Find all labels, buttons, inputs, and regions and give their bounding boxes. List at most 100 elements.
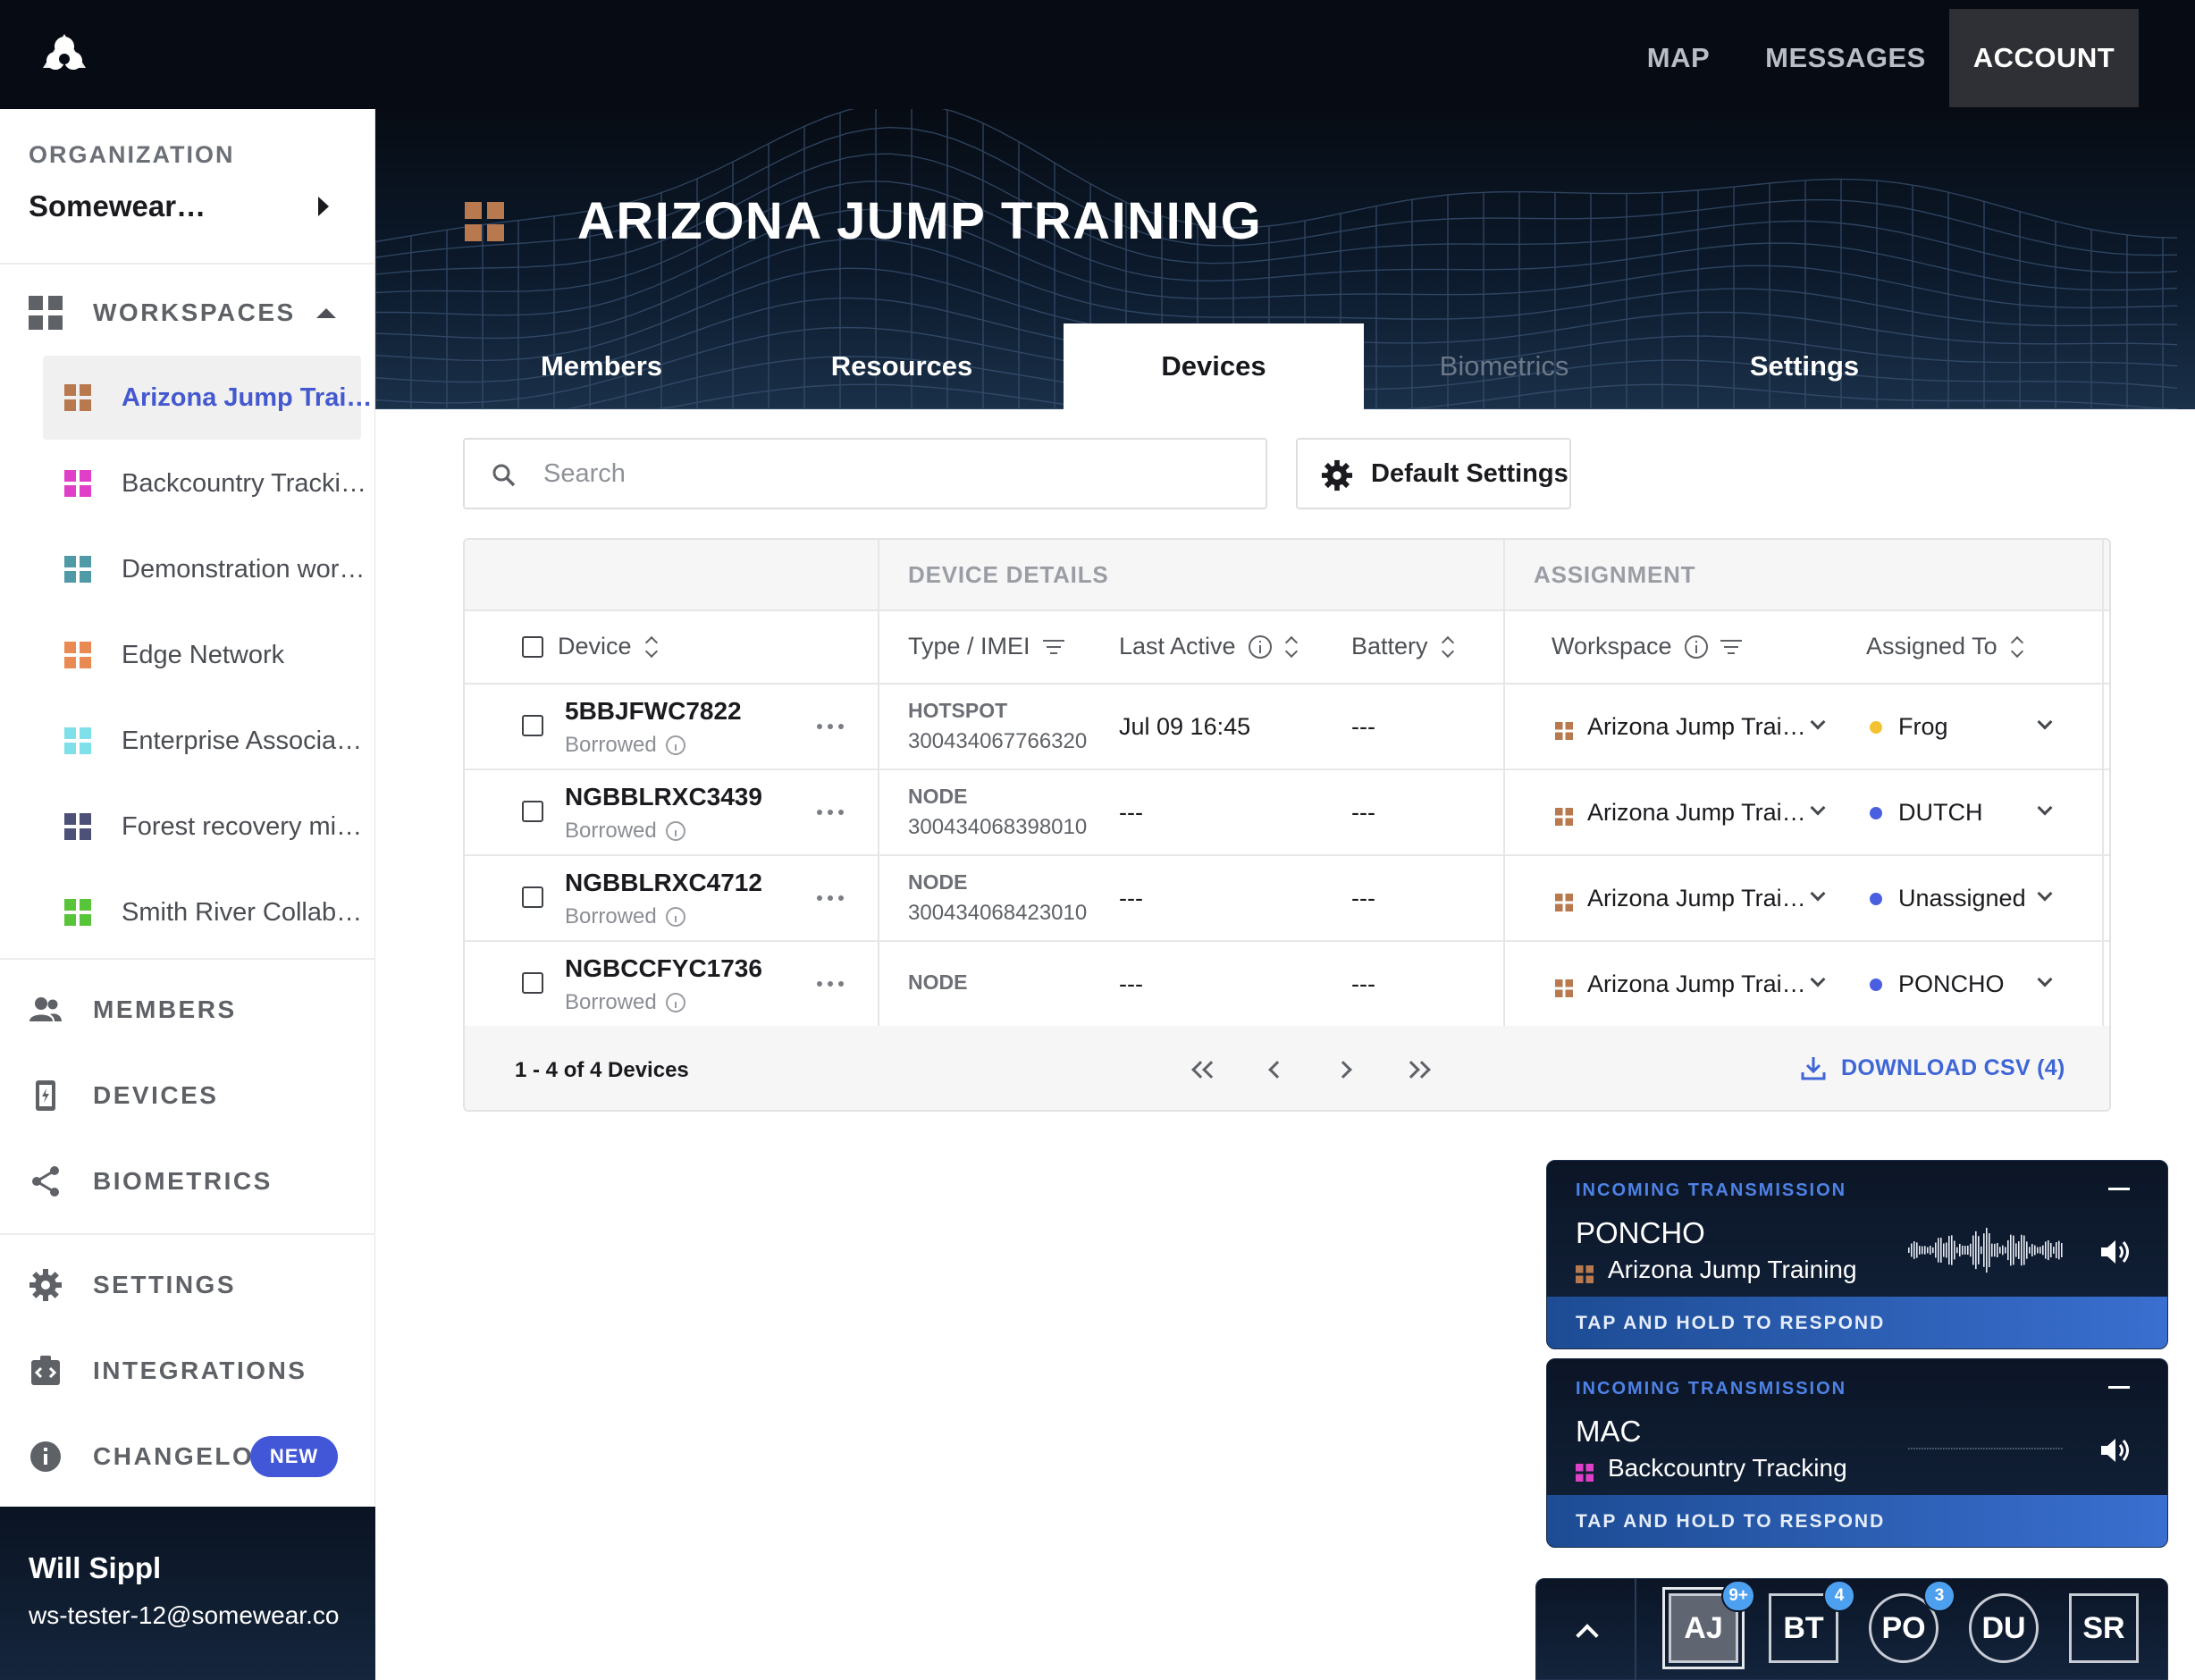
device-id[interactable]: NGBBLRXC3439 (565, 783, 762, 811)
minimize-icon[interactable] (2108, 1386, 2130, 1389)
workspace-select[interactable]: Arizona Jump Trai… (1555, 970, 1806, 998)
more-options-icon[interactable] (817, 810, 844, 815)
volume-icon[interactable] (2099, 1238, 2132, 1266)
chevron-right-icon[interactable] (318, 197, 329, 216)
sidebar-item-settings[interactable]: SETTINGS (0, 1258, 375, 1312)
more-options-icon[interactable] (817, 981, 844, 987)
row-checkbox[interactable] (522, 886, 543, 908)
column-device[interactable]: Device (558, 633, 659, 660)
tab-resources[interactable]: Resources (792, 323, 1012, 409)
info-icon[interactable] (1684, 634, 1708, 659)
nav-map[interactable]: MAP (1632, 9, 1725, 107)
tab-biometrics[interactable]: Biometrics (1394, 323, 1614, 409)
chevron-down-icon[interactable] (1810, 886, 1826, 902)
table-row[interactable]: NGBBLRXC4712 Borrowed NODE 3004340684230… (465, 856, 2109, 942)
assigned-to-select[interactable]: PONCHO (1870, 970, 2005, 998)
chevron-down-icon[interactable] (1810, 714, 1826, 730)
chevron-up-icon[interactable] (1576, 1624, 1599, 1647)
sidebar-item-biometrics[interactable]: BIOMETRICS (0, 1155, 375, 1208)
filter-icon[interactable] (1042, 638, 1064, 656)
user-profile[interactable]: Will Sippl ws-tester-12@somewear.co (0, 1507, 375, 1680)
info-icon[interactable] (665, 993, 685, 1012)
device-id[interactable]: NGBBLRXC4712 (565, 869, 762, 897)
column-type-imei[interactable]: Type / IMEI (908, 633, 1064, 660)
chevron-down-icon[interactable] (1810, 800, 1826, 816)
chevron-down-icon[interactable] (2037, 886, 2053, 902)
sort-icon[interactable] (644, 635, 659, 659)
filter-icon[interactable] (1720, 638, 1742, 656)
info-icon[interactable] (665, 735, 685, 755)
channel-avatar[interactable]: BT 4 (1769, 1580, 1855, 1663)
tap-and-hold-respond-button[interactable]: TAP AND HOLD TO RESPOND (1547, 1495, 2167, 1547)
row-checkbox[interactable] (522, 972, 543, 994)
sort-icon[interactable] (1441, 635, 1455, 659)
channel-avatar[interactable]: PO 3 (1869, 1580, 1955, 1663)
nav-messages[interactable]: MESSAGES (1765, 9, 1925, 107)
table-row[interactable]: 5BBJFWC7822 Borrowed HOTSPOT 30043406776… (465, 685, 2109, 770)
sidebar-workspace-item[interactable]: Backcountry Tracki… (43, 441, 366, 525)
row-checkbox[interactable] (522, 801, 543, 822)
sidebar-workspace-item[interactable]: Arizona Jump Trai… (43, 356, 372, 440)
tab-members[interactable]: Members (492, 323, 711, 409)
device-id[interactable]: NGBCCFYC1736 (565, 954, 762, 983)
organization-name[interactable]: Somewear… (29, 189, 206, 223)
transmission-card[interactable]: INCOMING TRANSMISSION PONCHO Arizona Jum… (1546, 1160, 2168, 1349)
tab-settings[interactable]: Settings (1695, 323, 1914, 409)
more-options-icon[interactable] (817, 895, 844, 901)
table-row[interactable]: NGBBLRXC3439 Borrowed NODE 3004340683980… (465, 770, 2109, 856)
download-csv-button[interactable]: DOWNLOAD CSV (4) (1800, 1054, 2065, 1081)
info-icon[interactable] (1248, 634, 1272, 659)
chevron-down-icon[interactable] (2037, 971, 2053, 987)
column-last-active[interactable]: Last Active (1119, 633, 1299, 660)
sort-icon[interactable] (1284, 635, 1299, 659)
first-page-icon[interactable] (1187, 1053, 1223, 1088)
somewear-logo-icon[interactable] (41, 32, 88, 71)
device-id[interactable]: 5BBJFWC7822 (565, 697, 742, 726)
search-box[interactable] (463, 438, 1267, 509)
default-settings-button[interactable]: Default Settings (1296, 438, 1571, 509)
channel-avatar[interactable]: DU (1969, 1593, 2039, 1663)
workspaces-section-toggle[interactable]: WORKSPACES (0, 286, 375, 340)
sidebar-workspace-item[interactable]: Forest recovery mi… (43, 785, 362, 869)
nav-account[interactable]: ACCOUNT (1949, 9, 2139, 107)
minimize-icon[interactable] (2108, 1188, 2130, 1190)
sidebar-workspace-item[interactable]: Enterprise Associa… (43, 699, 362, 783)
select-all-checkbox[interactable] (522, 636, 543, 658)
search-input[interactable] (543, 452, 1240, 495)
assigned-to-select[interactable]: Unassigned (1870, 885, 2026, 912)
chevron-down-icon[interactable] (2037, 800, 2053, 816)
sidebar-item-members[interactable]: MEMBERS (0, 983, 375, 1037)
last-page-icon[interactable] (1401, 1053, 1437, 1088)
volume-icon[interactable] (2099, 1436, 2132, 1465)
chevron-up-icon[interactable] (316, 307, 336, 318)
sidebar-item-changelog[interactable]: CHANGELOG NEW (0, 1430, 375, 1483)
chevron-down-icon[interactable] (2037, 714, 2053, 730)
workspace-select[interactable]: Arizona Jump Trai… (1555, 799, 1806, 827)
channel-avatar[interactable]: AJ 9+ (1662, 1580, 1755, 1669)
workspace-select[interactable]: Arizona Jump Trai… (1555, 885, 1806, 912)
assigned-to-select[interactable]: Frog (1870, 713, 1948, 741)
sidebar-workspace-item[interactable]: Smith River Collab… (43, 870, 362, 954)
info-icon[interactable] (665, 907, 685, 927)
chevron-down-icon[interactable] (1810, 971, 1826, 987)
column-assigned-to[interactable]: Assigned To (1866, 633, 2024, 660)
column-workspace[interactable]: Workspace (1552, 633, 1742, 660)
sidebar-item-devices[interactable]: DEVICES (0, 1069, 375, 1122)
row-checkbox[interactable] (522, 715, 543, 736)
info-icon[interactable] (665, 821, 685, 841)
tab-devices[interactable]: Devices (1064, 323, 1364, 409)
transmission-card[interactable]: INCOMING TRANSMISSION MAC Backcountry Tr… (1546, 1358, 2168, 1548)
sidebar-item-integrations[interactable]: INTEGRATIONS (0, 1344, 375, 1398)
tap-and-hold-respond-button[interactable]: TAP AND HOLD TO RESPOND (1547, 1297, 2167, 1348)
column-battery[interactable]: Battery (1351, 633, 1455, 660)
sidebar-workspace-item[interactable]: Demonstration wor… (43, 527, 365, 611)
next-page-icon[interactable] (1330, 1053, 1366, 1088)
previous-page-icon[interactable] (1258, 1053, 1294, 1088)
assigned-to-select[interactable]: DUTCH (1870, 799, 1983, 827)
sidebar-workspace-item[interactable]: Edge Network (43, 613, 361, 697)
workspace-select[interactable]: Arizona Jump Trai… (1555, 713, 1806, 741)
sort-icon[interactable] (2010, 635, 2024, 659)
table-row[interactable]: NGBCCFYC1736 Borrowed NODE --- --- Arizo… (465, 942, 2109, 1028)
channel-avatar[interactable]: SR (2069, 1593, 2139, 1663)
more-options-icon[interactable] (817, 724, 844, 729)
